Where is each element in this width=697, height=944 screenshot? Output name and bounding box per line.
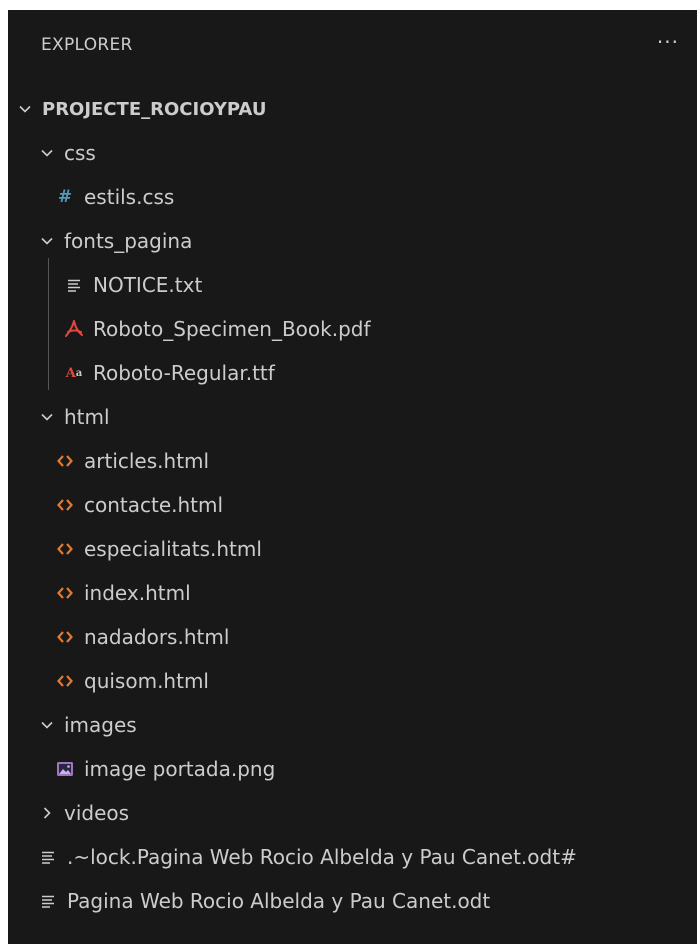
file-label: Roboto-Regular.ttf bbox=[93, 361, 275, 385]
hash-icon: # bbox=[57, 187, 73, 207]
folder-label: PROJECTE_ROCIOYPAU bbox=[42, 98, 267, 120]
code-brackets-icon bbox=[55, 671, 75, 691]
folder-fonts-pagina[interactable]: fonts_pagina bbox=[8, 219, 697, 263]
chevron-down-icon bbox=[38, 716, 56, 734]
more-actions-icon[interactable]: ··· bbox=[657, 30, 679, 54]
file-label: index.html bbox=[84, 581, 191, 605]
file-label: especialitats.html bbox=[84, 537, 262, 561]
folder-label: fonts_pagina bbox=[64, 229, 193, 253]
lines-icon bbox=[38, 891, 58, 911]
code-brackets-icon bbox=[55, 583, 75, 603]
folder-images[interactable]: images bbox=[8, 703, 697, 747]
folder-html[interactable]: html bbox=[8, 395, 697, 439]
font-icon: Aa bbox=[65, 365, 83, 381]
file-roboto-specimen-pdf[interactable]: Roboto_Specimen_Book.pdf bbox=[8, 307, 697, 351]
file-image-portada-png[interactable]: image portada.png bbox=[8, 747, 697, 791]
folder-label: videos bbox=[64, 801, 130, 825]
code-brackets-icon bbox=[55, 495, 75, 515]
image-icon bbox=[55, 759, 75, 779]
file-quisom-html[interactable]: quisom.html bbox=[8, 659, 697, 703]
file-label: nadadors.html bbox=[84, 625, 230, 649]
tree-root-folder[interactable]: PROJECTE_ROCIOYPAU bbox=[8, 87, 697, 131]
chevron-right-icon bbox=[38, 804, 56, 822]
file-label: contacte.html bbox=[84, 493, 224, 517]
file-roboto-regular-ttf[interactable]: Aa Roboto-Regular.ttf bbox=[8, 351, 697, 395]
file-notice-txt[interactable]: NOTICE.txt bbox=[8, 263, 697, 307]
chevron-down-icon bbox=[38, 144, 56, 162]
file-pagina-web-odt[interactable]: Pagina Web Rocio Albelda y Pau Canet.odt bbox=[8, 879, 697, 923]
explorer-title: EXPLORER bbox=[41, 35, 133, 55]
file-label: Roboto_Specimen_Book.pdf bbox=[93, 317, 371, 341]
code-brackets-icon bbox=[55, 539, 75, 559]
chevron-down-icon bbox=[38, 232, 56, 250]
folder-label: css bbox=[64, 141, 96, 165]
file-nadadors-html[interactable]: nadadors.html bbox=[8, 615, 697, 659]
code-brackets-icon bbox=[55, 451, 75, 471]
file-label: Pagina Web Rocio Albelda y Pau Canet.odt bbox=[67, 889, 491, 913]
file-contacte-html[interactable]: contacte.html bbox=[8, 483, 697, 527]
file-label: estils.css bbox=[84, 185, 175, 209]
explorer-panel: EXPLORER ··· PROJECTE_ROCIOYPAU css # es… bbox=[8, 10, 697, 944]
folder-label: images bbox=[64, 713, 137, 737]
file-label: image portada.png bbox=[84, 757, 276, 781]
file-especialitats-html[interactable]: especialitats.html bbox=[8, 527, 697, 571]
file-label: .~lock.Pagina Web Rocio Albelda y Pau Ca… bbox=[67, 845, 577, 869]
file-label: quisom.html bbox=[84, 669, 209, 693]
file-lock-odt[interactable]: .~lock.Pagina Web Rocio Albelda y Pau Ca… bbox=[8, 835, 697, 879]
lines-icon bbox=[38, 847, 58, 867]
file-label: articles.html bbox=[84, 449, 210, 473]
chevron-down-icon bbox=[38, 408, 56, 426]
folder-label: html bbox=[64, 405, 110, 429]
file-tree: PROJECTE_ROCIOYPAU css # estils.css font… bbox=[8, 87, 697, 923]
file-label: NOTICE.txt bbox=[93, 273, 203, 297]
file-articles-html[interactable]: articles.html bbox=[8, 439, 697, 483]
file-index-html[interactable]: index.html bbox=[8, 571, 697, 615]
explorer-header: EXPLORER ··· bbox=[8, 10, 697, 84]
chevron-down-icon bbox=[16, 100, 34, 118]
code-brackets-icon bbox=[55, 627, 75, 647]
lines-icon bbox=[64, 275, 84, 295]
pdf-icon bbox=[64, 319, 84, 339]
folder-videos[interactable]: videos bbox=[8, 791, 697, 835]
file-estils-css[interactable]: # estils.css bbox=[8, 175, 697, 219]
folder-css[interactable]: css bbox=[8, 131, 697, 175]
